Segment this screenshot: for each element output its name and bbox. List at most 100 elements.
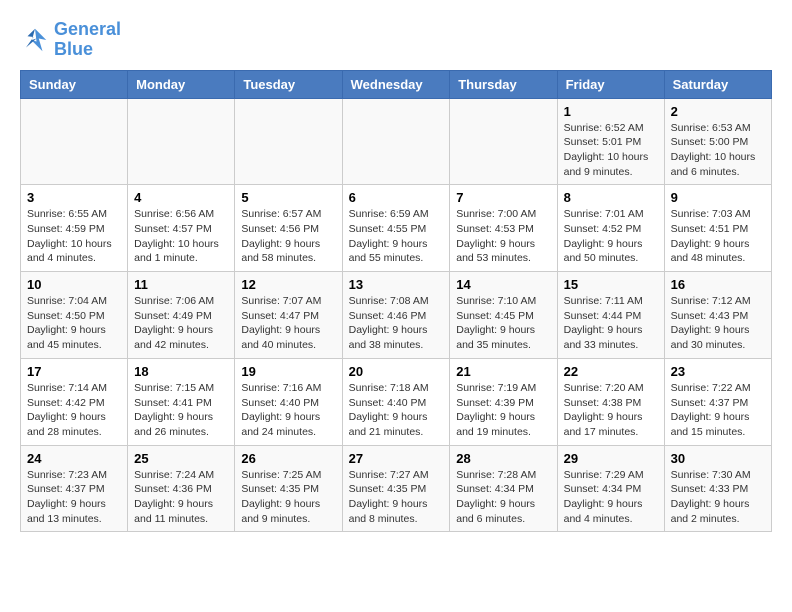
day-number: 12 [241,277,335,292]
week-row-3: 17 Sunrise: 7:14 AM Sunset: 4:42 PM Dayli… [21,358,772,445]
header-friday: Friday [557,70,664,98]
day-info: Sunrise: 7:15 AM Sunset: 4:41 PM Dayligh… [134,381,228,440]
day-cell: 1 Sunrise: 6:52 AM Sunset: 5:01 PM Daylig… [557,98,664,185]
calendar-table: SundayMondayTuesdayWednesdayThursdayFrid… [20,70,772,533]
day-cell: 19 Sunrise: 7:16 AM Sunset: 4:40 PM Dayli… [235,358,342,445]
day-info: Sunrise: 7:11 AM Sunset: 4:44 PM Dayligh… [564,294,658,353]
day-info: Sunrise: 6:53 AM Sunset: 5:00 PM Dayligh… [671,121,765,180]
day-number: 19 [241,364,335,379]
day-info: Sunrise: 7:06 AM Sunset: 4:49 PM Dayligh… [134,294,228,353]
day-cell: 26Sunrise: 7:25 AM Sunset: 4:35 PM Dayli… [235,445,342,532]
day-cell: 21 Sunrise: 7:19 AM Sunset: 4:39 PM Dayli… [450,358,557,445]
day-number: 24 [27,451,121,466]
day-info: Sunrise: 7:27 AM Sunset: 4:35 PM Dayligh… [349,468,444,527]
day-cell: 3 Sunrise: 6:55 AM Sunset: 4:59 PM Daylig… [21,185,128,272]
day-cell: 22 Sunrise: 7:20 AM Sunset: 4:38 PM Dayli… [557,358,664,445]
day-cell: 8 Sunrise: 7:01 AM Sunset: 4:52 PM Daylig… [557,185,664,272]
header-tuesday: Tuesday [235,70,342,98]
day-number: 25 [134,451,228,466]
day-info: Sunrise: 7:18 AM Sunset: 4:40 PM Dayligh… [349,381,444,440]
day-number: 11 [134,277,228,292]
page-header: General Blue [20,20,772,60]
day-info: Sunrise: 6:57 AM Sunset: 4:56 PM Dayligh… [241,207,335,266]
day-number: 30 [671,451,765,466]
day-info: Sunrise: 7:16 AM Sunset: 4:40 PM Dayligh… [241,381,335,440]
calendar-header-row: SundayMondayTuesdayWednesdayThursdayFrid… [21,70,772,98]
day-number: 29 [564,451,658,466]
day-number: 20 [349,364,444,379]
day-info: Sunrise: 7:25 AM Sunset: 4:35 PM Dayligh… [241,468,335,527]
day-cell: 30 Sunrise: 7:30 AM Sunset: 4:33 PM Dayli… [664,445,771,532]
day-number: 13 [349,277,444,292]
week-row-4: 24 Sunrise: 7:23 AM Sunset: 4:37 PM Dayli… [21,445,772,532]
day-info: Sunrise: 7:19 AM Sunset: 4:39 PM Dayligh… [456,381,550,440]
day-cell: 10Sunrise: 7:04 AM Sunset: 4:50 PM Dayli… [21,272,128,359]
day-info: Sunrise: 6:56 AM Sunset: 4:57 PM Dayligh… [134,207,228,266]
day-cell: 2 Sunrise: 6:53 AM Sunset: 5:00 PM Daylig… [664,98,771,185]
day-cell: 14 Sunrise: 7:10 AM Sunset: 4:45 PM Dayli… [450,272,557,359]
header-monday: Monday [128,70,235,98]
day-cell: 7 Sunrise: 7:00 AM Sunset: 4:53 PM Daylig… [450,185,557,272]
day-number: 23 [671,364,765,379]
day-cell: 6 Sunrise: 6:59 AM Sunset: 4:55 PM Daylig… [342,185,450,272]
day-cell [21,98,128,185]
day-info: Sunrise: 7:30 AM Sunset: 4:33 PM Dayligh… [671,468,765,527]
day-cell: 15 Sunrise: 7:11 AM Sunset: 4:44 PM Dayli… [557,272,664,359]
day-number: 21 [456,364,550,379]
day-number: 7 [456,190,550,205]
day-number: 1 [564,104,658,119]
day-info: Sunrise: 6:55 AM Sunset: 4:59 PM Dayligh… [27,207,121,266]
day-cell [128,98,235,185]
day-info: Sunrise: 7:24 AM Sunset: 4:36 PM Dayligh… [134,468,228,527]
week-row-2: 10Sunrise: 7:04 AM Sunset: 4:50 PM Dayli… [21,272,772,359]
day-cell [235,98,342,185]
day-info: Sunrise: 7:29 AM Sunset: 4:34 PM Dayligh… [564,468,658,527]
day-cell: 27 Sunrise: 7:27 AM Sunset: 4:35 PM Dayli… [342,445,450,532]
day-number: 14 [456,277,550,292]
header-thursday: Thursday [450,70,557,98]
day-info: Sunrise: 7:12 AM Sunset: 4:43 PM Dayligh… [671,294,765,353]
day-info: Sunrise: 7:03 AM Sunset: 4:51 PM Dayligh… [671,207,765,266]
day-number: 17 [27,364,121,379]
day-number: 18 [134,364,228,379]
day-cell: 5 Sunrise: 6:57 AM Sunset: 4:56 PM Daylig… [235,185,342,272]
day-number: 9 [671,190,765,205]
logo-icon [20,25,50,55]
day-number: 16 [671,277,765,292]
day-info: Sunrise: 7:23 AM Sunset: 4:37 PM Dayligh… [27,468,121,527]
day-cell: 29 Sunrise: 7:29 AM Sunset: 4:34 PM Dayli… [557,445,664,532]
day-cell: 28 Sunrise: 7:28 AM Sunset: 4:34 PM Dayli… [450,445,557,532]
day-info: Sunrise: 6:52 AM Sunset: 5:01 PM Dayligh… [564,121,658,180]
day-info: Sunrise: 7:00 AM Sunset: 4:53 PM Dayligh… [456,207,550,266]
header-sunday: Sunday [21,70,128,98]
day-number: 2 [671,104,765,119]
header-wednesday: Wednesday [342,70,450,98]
day-number: 8 [564,190,658,205]
day-cell [342,98,450,185]
day-cell: 17 Sunrise: 7:14 AM Sunset: 4:42 PM Dayli… [21,358,128,445]
day-info: Sunrise: 7:07 AM Sunset: 4:47 PM Dayligh… [241,294,335,353]
day-cell: 4Sunrise: 6:56 AM Sunset: 4:57 PM Daylig… [128,185,235,272]
day-info: Sunrise: 6:59 AM Sunset: 4:55 PM Dayligh… [349,207,444,266]
logo: General Blue [20,20,121,60]
day-info: Sunrise: 7:14 AM Sunset: 4:42 PM Dayligh… [27,381,121,440]
day-number: 28 [456,451,550,466]
day-number: 5 [241,190,335,205]
day-cell: 18 Sunrise: 7:15 AM Sunset: 4:41 PM Dayli… [128,358,235,445]
day-number: 15 [564,277,658,292]
day-cell: 23 Sunrise: 7:22 AM Sunset: 4:37 PM Dayli… [664,358,771,445]
day-info: Sunrise: 7:20 AM Sunset: 4:38 PM Dayligh… [564,381,658,440]
day-number: 27 [349,451,444,466]
day-number: 22 [564,364,658,379]
day-number: 3 [27,190,121,205]
day-info: Sunrise: 7:10 AM Sunset: 4:45 PM Dayligh… [456,294,550,353]
day-cell: 24 Sunrise: 7:23 AM Sunset: 4:37 PM Dayli… [21,445,128,532]
day-cell: 13Sunrise: 7:08 AM Sunset: 4:46 PM Dayli… [342,272,450,359]
day-info: Sunrise: 7:28 AM Sunset: 4:34 PM Dayligh… [456,468,550,527]
day-cell: 9 Sunrise: 7:03 AM Sunset: 4:51 PM Daylig… [664,185,771,272]
day-number: 10 [27,277,121,292]
day-number: 6 [349,190,444,205]
day-info: Sunrise: 7:22 AM Sunset: 4:37 PM Dayligh… [671,381,765,440]
day-info: Sunrise: 7:01 AM Sunset: 4:52 PM Dayligh… [564,207,658,266]
header-saturday: Saturday [664,70,771,98]
